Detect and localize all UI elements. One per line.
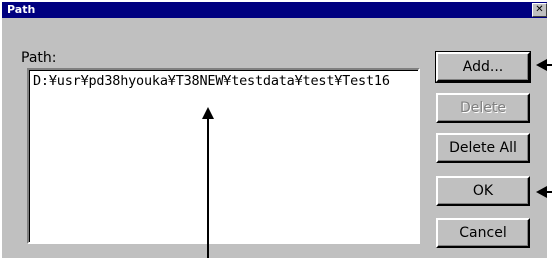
path-dialog: Path ✕ Path: D:¥usr¥pd38hyouka¥T38NEW¥te…	[0, 0, 547, 258]
window-title: Path	[7, 3, 36, 16]
delete-button: Delete	[436, 93, 530, 123]
delete-all-button[interactable]: Delete All	[436, 133, 530, 163]
close-button[interactable]: ✕	[532, 3, 547, 17]
add-button[interactable]: Add...	[435, 51, 531, 83]
path-label: Path:	[21, 50, 57, 66]
close-icon: ✕	[535, 4, 544, 15]
list-item[interactable]: D:¥usr¥pd38hyouka¥T38NEW¥testdata¥test¥T…	[33, 73, 390, 89]
ok-button[interactable]: OK	[436, 176, 530, 206]
path-list[interactable]: D:¥usr¥pd38hyouka¥T38NEW¥testdata¥test¥T…	[27, 68, 420, 244]
title-bar[interactable]: Path ✕	[2, 2, 547, 18]
cancel-button[interactable]: Cancel	[436, 218, 530, 248]
